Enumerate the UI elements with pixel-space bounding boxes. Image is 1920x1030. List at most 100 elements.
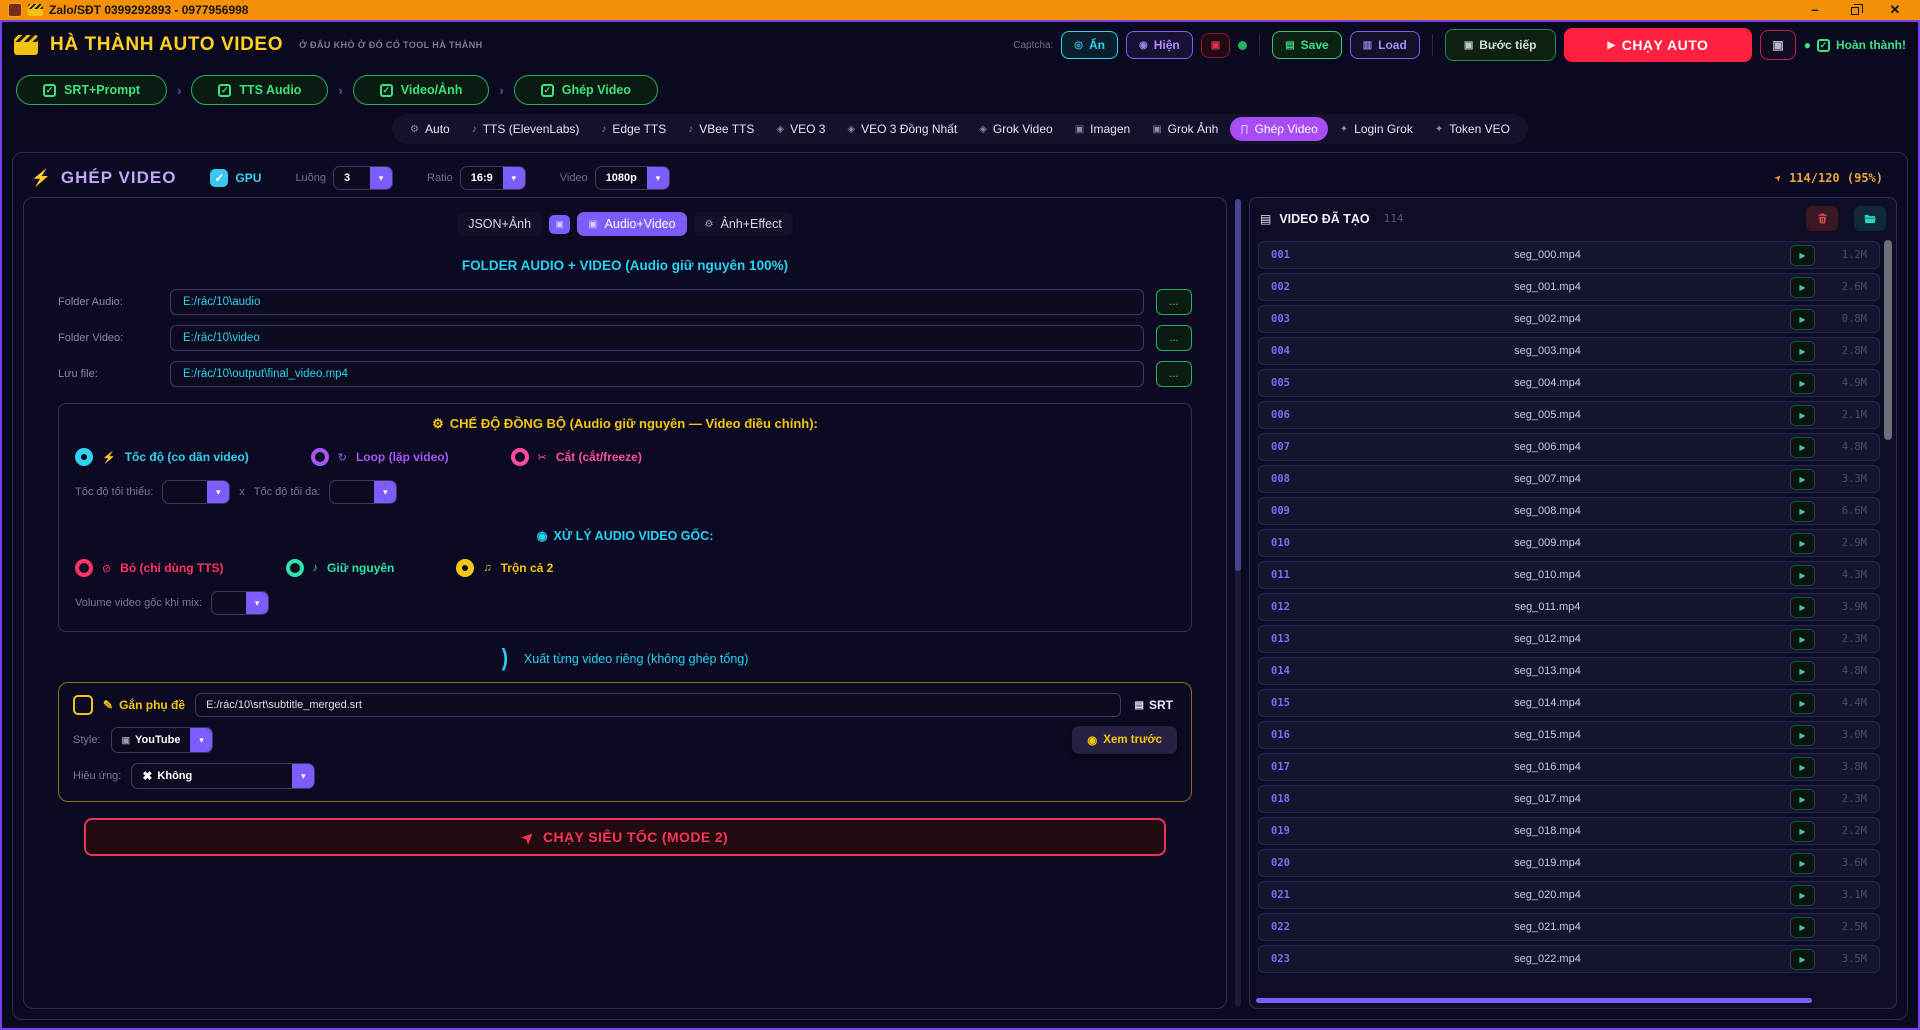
video-row[interactable]: 022 seg_021.mp4 ▶ 2.5M (1258, 913, 1880, 941)
stop-button[interactable]: ▣ (1760, 30, 1795, 60)
subtitle-path-input[interactable] (195, 693, 1120, 717)
save-button[interactable]: ▤Save (1272, 31, 1341, 59)
radio-option[interactable]: ↻ Loop (lặp video) (311, 448, 449, 466)
mode-tab[interactable]: JSON+Ảnh (457, 212, 542, 236)
path-input[interactable] (170, 325, 1144, 351)
nav-tab-vbee-tts[interactable]: ♪ VBee TTS (678, 117, 764, 141)
play-button[interactable]: ▶ (1790, 501, 1815, 522)
radio-icon[interactable] (311, 448, 329, 466)
play-button[interactable]: ▶ (1790, 917, 1815, 938)
run-mode2-button[interactable]: ➤ CHẠY SIÊU TỐC (MODE 2) (84, 818, 1166, 856)
left-panel-scrollbar[interactable] (1235, 199, 1241, 1007)
video-row[interactable]: 008 seg_007.mp4 ▶ 3.3M (1258, 465, 1880, 493)
video-row[interactable]: 005 seg_004.mp4 ▶ 4.9M (1258, 369, 1880, 397)
nav-tab-veo-3-ng-nh-t[interactable]: ◈ VEO 3 Đồng Nhất (837, 117, 967, 141)
play-button[interactable]: ▶ (1790, 661, 1815, 682)
nav-tab-gh-p-video[interactable]: ∏ Ghép Video (1230, 117, 1327, 141)
video-row[interactable]: 004 seg_003.mp4 ▶ 2.8M (1258, 337, 1880, 365)
effect-select[interactable]: ✖Không ▾ (131, 763, 315, 789)
radio-option[interactable]: ⊘ Bỏ (chỉ dùng TTS) (75, 559, 224, 577)
play-button[interactable]: ▶ (1790, 309, 1815, 330)
play-button[interactable]: ▶ (1790, 629, 1815, 650)
scrollbar-thumb[interactable] (1235, 199, 1241, 571)
nav-tab-imagen[interactable]: ▣ Imagen (1065, 117, 1140, 141)
nav-tab-token-veo[interactable]: ✦ Token VEO (1425, 117, 1520, 141)
video-row[interactable]: 002 seg_001.mp4 ▶ 2.6M (1258, 273, 1880, 301)
play-button[interactable]: ▶ (1790, 245, 1815, 266)
play-button[interactable]: ▶ (1790, 853, 1815, 874)
load-button[interactable]: ▥Load (1350, 31, 1420, 59)
nav-tab-veo-3[interactable]: ◈ VEO 3 (766, 117, 835, 141)
min-speed-select[interactable]: ▾ (162, 480, 230, 504)
nav-tab-auto[interactable]: ⚙ Auto (400, 117, 460, 141)
play-button[interactable]: ▶ (1790, 405, 1815, 426)
run-auto-button[interactable]: ▶CHẠY AUTO (1564, 28, 1753, 62)
play-button[interactable]: ▶ (1790, 725, 1815, 746)
preview-button[interactable]: ◉ Xem trước (1072, 726, 1177, 754)
play-button[interactable]: ▶ (1790, 789, 1815, 810)
play-button[interactable]: ▶ (1790, 533, 1815, 554)
video-row[interactable]: 014 seg_013.mp4 ▶ 4.8M (1258, 657, 1880, 685)
play-button[interactable]: ▶ (1790, 565, 1815, 586)
video-row[interactable]: 021 seg_020.mp4 ▶ 3.1M (1258, 881, 1880, 909)
path-input[interactable] (170, 361, 1144, 387)
video-row[interactable]: 009 seg_008.mp4 ▶ 6.6M (1258, 497, 1880, 525)
video-list[interactable]: 001 seg_000.mp4 ▶ 1.2M 002 seg_001.mp4 ▶… (1250, 239, 1896, 996)
workflow-step[interactable]: ✓ Video/Ảnh (353, 75, 490, 105)
nav-tab-login-grok[interactable]: ✦ Login Grok (1330, 117, 1423, 141)
play-button[interactable]: ▶ (1790, 949, 1815, 970)
play-button[interactable]: ▶ (1790, 277, 1815, 298)
open-folder-button[interactable] (1854, 206, 1886, 231)
restore-button[interactable] (1838, 0, 1872, 20)
play-button[interactable]: ▶ (1790, 597, 1815, 618)
video-row[interactable]: 017 seg_016.mp4 ▶ 3.8M (1258, 753, 1880, 781)
play-button[interactable]: ▶ (1790, 885, 1815, 906)
captcha-show-button[interactable]: ◉Hiện (1126, 31, 1193, 59)
radio-option[interactable]: ♫ Trộn cả 2 (456, 559, 553, 577)
play-button[interactable]: ▶ (1790, 821, 1815, 842)
workflow-step[interactable]: ✓ Ghép Video (514, 75, 658, 105)
captcha-record-button[interactable]: ▣ (1201, 33, 1230, 58)
video-row[interactable]: 001 seg_000.mp4 ▶ 1.2M (1258, 241, 1880, 269)
radio-icon[interactable] (286, 559, 304, 577)
video-row[interactable]: 010 seg_009.mp4 ▶ 2.9M (1258, 529, 1880, 557)
play-button[interactable]: ▶ (1790, 693, 1815, 714)
nav-tab-grok-nh[interactable]: ▣ Grok Ảnh (1142, 117, 1228, 141)
radio-icon[interactable] (75, 448, 93, 466)
video-row[interactable]: 015 seg_014.mp4 ▶ 4.4M (1258, 689, 1880, 717)
video-row[interactable]: 019 seg_018.mp4 ▶ 2.2M (1258, 817, 1880, 845)
nav-tab-edge-tts[interactable]: ♪ Edge TTS (591, 117, 676, 141)
export-note[interactable]: ) Xuất từng video riêng (không ghép tổng… (58, 648, 1192, 670)
close-button[interactable]: ✕ (1878, 0, 1912, 20)
video-row[interactable]: 003 seg_002.mp4 ▶ 0.8M (1258, 305, 1880, 333)
style-select[interactable]: ▣YouTube ▾ (111, 727, 214, 753)
video-row[interactable]: 020 seg_019.mp4 ▶ 3.6M (1258, 849, 1880, 877)
gpu-toggle[interactable]: ✓ GPU (210, 169, 261, 187)
mode-tab[interactable]: ⚙ Ảnh+Effect (694, 212, 793, 236)
browse-button[interactable]: ... (1156, 325, 1192, 351)
play-button[interactable]: ▶ (1790, 437, 1815, 458)
next-step-button[interactable]: ▣Bước tiếp (1445, 29, 1556, 61)
nav-tab-tts-elevenlabs-[interactable]: ♪ TTS (ElevenLabs) (462, 117, 590, 141)
radio-option[interactable]: ✂ Cắt (cắt/freeze) (511, 448, 642, 466)
video-row[interactable]: 023 seg_022.mp4 ▶ 3.5M (1258, 945, 1880, 973)
play-button[interactable]: ▶ (1790, 373, 1815, 394)
video-row[interactable]: 006 seg_005.mp4 ▶ 2.1M (1258, 401, 1880, 429)
video-row[interactable]: 013 seg_012.mp4 ▶ 2.3M (1258, 625, 1880, 653)
video-row[interactable]: 016 seg_015.mp4 ▶ 3.0M (1258, 721, 1880, 749)
video-row[interactable]: 018 seg_017.mp4 ▶ 2.3M (1258, 785, 1880, 813)
path-input[interactable] (170, 289, 1144, 315)
radio-icon[interactable] (456, 559, 474, 577)
subtitle-checkbox[interactable] (73, 695, 93, 715)
volume-select[interactable]: ▾ (211, 591, 269, 615)
radio-option[interactable]: ⚡ Tốc độ (co dãn video) (75, 448, 249, 466)
video-list-scrollbar-thumb[interactable] (1884, 240, 1892, 440)
gpu-checkbox[interactable]: ✓ (210, 169, 228, 187)
browse-button[interactable]: ... (1156, 361, 1192, 387)
workflow-step[interactable]: ✓ TTS Audio (191, 75, 328, 105)
radio-option[interactable]: ♪ Giữ nguyên (286, 559, 395, 577)
video-row[interactable]: 007 seg_006.mp4 ▶ 4.8M (1258, 433, 1880, 461)
workflow-step[interactable]: ✓ SRT+Prompt (16, 75, 167, 105)
captcha-hide-button[interactable]: ◎Ẩn (1061, 31, 1118, 59)
minimize-button[interactable]: – (1798, 0, 1832, 20)
